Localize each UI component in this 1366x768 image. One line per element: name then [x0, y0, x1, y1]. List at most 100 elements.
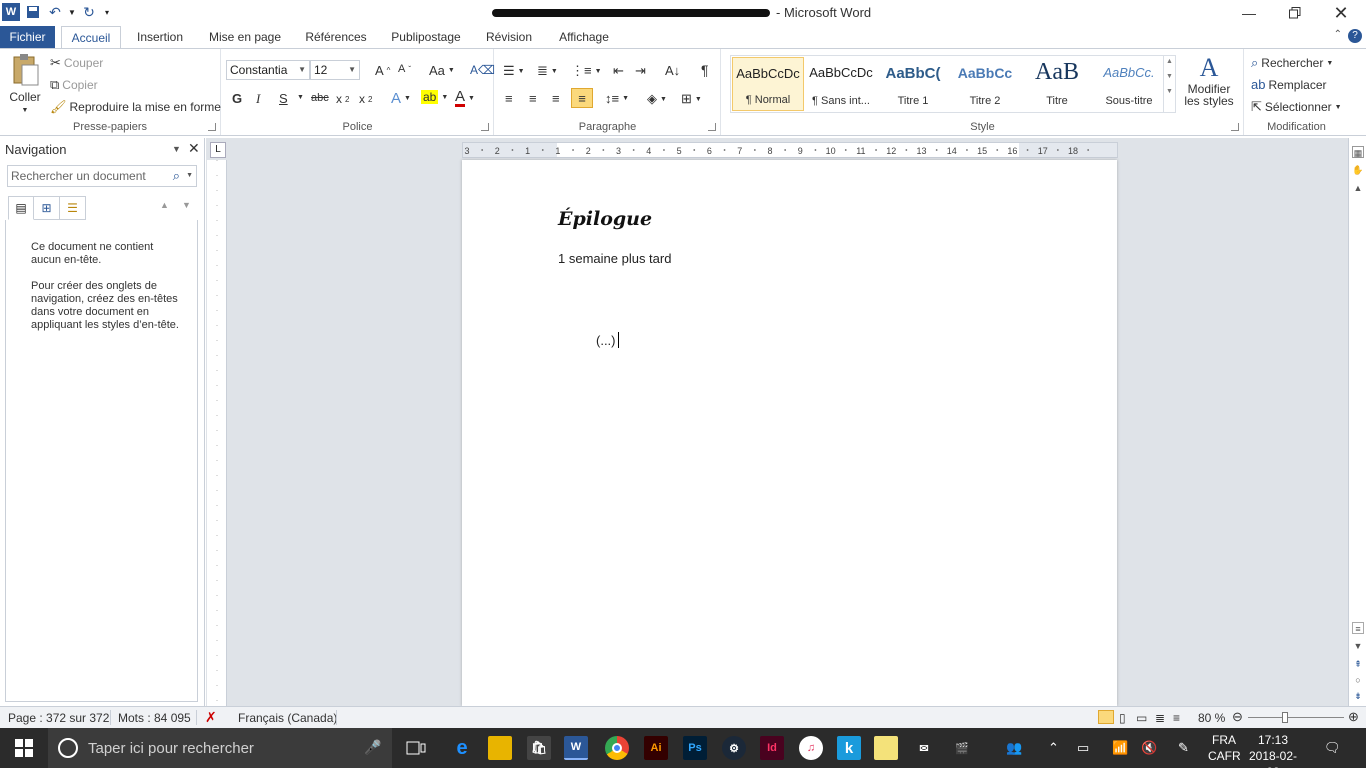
tab-accueil[interactable]: Accueil: [61, 26, 121, 49]
undo-dropdown-icon[interactable]: ▼: [68, 3, 76, 21]
previous-page-icon[interactable]: ⇞: [1352, 658, 1364, 670]
itunes-icon[interactable]: ♫: [799, 736, 823, 760]
start-windows-icon[interactable]: [12, 736, 36, 760]
save-icon[interactable]: [24, 3, 42, 21]
underline-dropdown-icon[interactable]: ▼: [297, 94, 304, 101]
proofing-icon[interactable]: ✗: [205, 709, 217, 726]
store-icon[interactable]: 🛍: [527, 736, 551, 760]
collapse-ribbon-icon[interactable]: ⌃: [1334, 29, 1342, 43]
numbering-button[interactable]: ≣ ▼: [537, 63, 558, 79]
shading-button[interactable]: ◈ ▼: [647, 91, 667, 107]
draft-view-icon[interactable]: ≡: [1173, 711, 1180, 725]
steam-icon[interactable]: ⚙: [722, 736, 746, 760]
bold-button[interactable]: G: [232, 91, 242, 106]
vertical-scrollbar[interactable]: ▦ ✋ ▲ ≡ ▼ ⇞ ○ ⇟: [1348, 138, 1366, 706]
sort-button[interactable]: A↓: [665, 63, 680, 78]
chrome-icon[interactable]: [605, 736, 629, 760]
font-color-button[interactable]: A ▼: [455, 89, 475, 107]
tab-publipostage[interactable]: Publipostage: [384, 26, 468, 48]
document-page[interactable]: Épilogue 1 semaine plus tard (...): [462, 160, 1117, 706]
gallery-more-icon[interactable]: ▼: [1164, 88, 1175, 95]
full-screen-reading-icon[interactable]: ▯: [1119, 711, 1126, 725]
styles-launcher-icon[interactable]: [1231, 123, 1239, 131]
multilevel-button[interactable]: ⋮≡ ▼: [571, 63, 602, 79]
scroll-thumb[interactable]: ≡: [1352, 622, 1364, 634]
kobo-icon[interactable]: k: [837, 736, 861, 760]
previous-heading-icon[interactable]: ▲: [160, 200, 169, 210]
text-effects-button[interactable]: A ▼: [391, 90, 411, 107]
file-explorer-icon[interactable]: [488, 736, 512, 760]
tab-revision[interactable]: Révision: [478, 26, 540, 48]
paragraph-launcher-icon[interactable]: [708, 123, 716, 131]
grow-font-button[interactable]: A ^: [375, 63, 390, 78]
search-input[interactable]: Rechercher un document ⌕ ▼: [7, 165, 197, 187]
justify-button[interactable]: ≡: [571, 88, 593, 108]
style-titre-1[interactable]: AaBbC( Titre 1: [877, 57, 949, 111]
task-view-icon[interactable]: [404, 736, 428, 760]
style-titre-2[interactable]: AaBbCc Titre 2: [949, 57, 1021, 111]
taskbar-search-box[interactable]: Taper ici pour rechercher 🎤: [48, 728, 392, 768]
underline-button[interactable]: S: [279, 91, 288, 106]
mail-icon[interactable]: ✉: [912, 736, 936, 760]
tab-mise-en-page[interactable]: Mise en page: [202, 26, 288, 48]
show-formatting-button[interactable]: ¶: [701, 62, 709, 78]
next-page-icon[interactable]: ⇟: [1352, 690, 1364, 702]
tab-results[interactable]: ☰: [60, 196, 86, 220]
format-painter-button[interactable]: 🖌 Reproduire la mise en forme: [50, 99, 221, 115]
help-icon[interactable]: ?: [1348, 29, 1362, 43]
pan-icon[interactable]: ✋: [1352, 164, 1364, 176]
paste-button[interactable]: Coller ▼: [6, 53, 44, 114]
view-ruler-icon[interactable]: ▦: [1352, 146, 1364, 158]
subscript-button[interactable]: x2: [336, 92, 349, 106]
strikethrough-button[interactable]: abc: [311, 92, 329, 104]
zoom-slider-thumb[interactable]: [1282, 712, 1289, 723]
superscript-button[interactable]: x2: [359, 92, 372, 106]
vertical-ruler[interactable]: [207, 160, 227, 706]
zoom-level[interactable]: 80 %: [1198, 711, 1225, 725]
next-heading-icon[interactable]: ▼: [182, 200, 191, 210]
cut-button[interactable]: ✂ Couper: [50, 55, 103, 71]
illustrator-icon[interactable]: Ai: [644, 736, 668, 760]
action-center-icon[interactable]: 🗨: [1324, 740, 1341, 756]
align-center-button[interactable]: ≡: [529, 91, 537, 106]
font-launcher-icon[interactable]: [481, 123, 489, 131]
font-name-combo[interactable]: Constantia ▼: [226, 60, 310, 80]
redo-icon[interactable]: ↻: [80, 3, 98, 21]
show-hidden-icons[interactable]: ⌃: [1048, 740, 1059, 756]
zoom-out-icon[interactable]: ⊖: [1232, 709, 1243, 725]
chevron-down-icon[interactable]: ▼: [1164, 73, 1175, 80]
outline-view-icon[interactable]: ≣: [1155, 711, 1165, 725]
battery-icon[interactable]: ▭: [1077, 740, 1089, 756]
input-language[interactable]: FRA CAFR: [1208, 732, 1241, 764]
change-styles-button[interactable]: A Modifier les styles: [1180, 53, 1238, 107]
change-case-button[interactable]: Aa ▼: [429, 63, 455, 78]
chapter-heading[interactable]: Épilogue: [558, 208, 652, 230]
undo-icon[interactable]: ↶: [46, 3, 64, 21]
scroll-up-icon[interactable]: ▲: [1352, 182, 1364, 194]
indesign-icon[interactable]: Id: [760, 736, 784, 760]
shrink-font-button[interactable]: Aˇ: [398, 63, 411, 75]
close-pane-icon[interactable]: ✕: [188, 140, 200, 157]
increase-indent-button[interactable]: ⇥: [635, 63, 646, 79]
restore-button[interactable]: [1272, 0, 1318, 26]
tab-selector[interactable]: L: [210, 142, 226, 158]
photoshop-icon[interactable]: Ps: [683, 736, 707, 760]
chevron-up-icon[interactable]: ▲: [1164, 58, 1175, 65]
body-paragraph[interactable]: 1 semaine plus tard: [558, 251, 671, 266]
microphone-icon[interactable]: 🎤: [364, 739, 381, 756]
tab-affichage[interactable]: Affichage: [550, 26, 618, 48]
minimize-button[interactable]: —: [1226, 0, 1272, 26]
word-logo-icon[interactable]: W: [2, 3, 20, 21]
tab-fichier[interactable]: Fichier: [0, 26, 55, 48]
zoom-in-icon[interactable]: ⊕: [1348, 709, 1359, 725]
video-editor-icon[interactable]: 🎬: [950, 736, 974, 760]
horizontal-ruler[interactable]: 3 2 1 1 2 3 4 5 6 7 8 9 10 11 12 13 14 15 16 17 18: [462, 142, 1118, 158]
zoom-slider[interactable]: [1248, 717, 1344, 718]
copy-button[interactable]: ⧉ Copier: [50, 77, 98, 93]
select-button[interactable]: ⇱ Sélectionner ▼: [1251, 99, 1342, 115]
bullets-button[interactable]: ☰ ▼: [503, 63, 525, 79]
sticky-notes-icon[interactable]: [874, 736, 898, 760]
align-left-button[interactable]: ≡: [505, 91, 513, 106]
line-spacing-button[interactable]: ↕≡ ▼: [605, 91, 629, 106]
word-taskbar-icon[interactable]: W: [564, 736, 588, 760]
